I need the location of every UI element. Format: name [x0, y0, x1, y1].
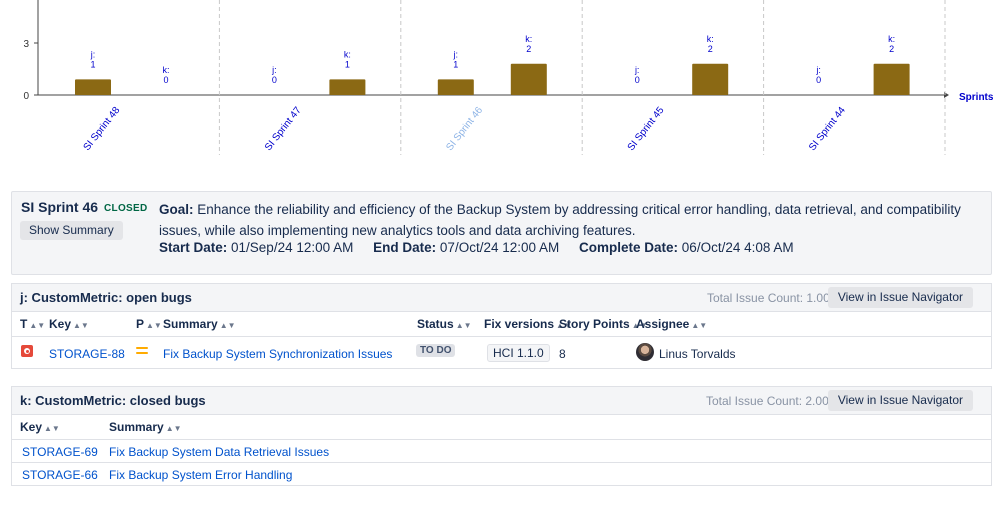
sort-icon: ▲▼: [29, 321, 46, 330]
column-header-key[interactable]: Key ▲▼: [20, 420, 60, 434]
column-header-story-points[interactable]: Story Points ▲▼: [559, 317, 648, 331]
data-label-value: 0: [163, 75, 168, 85]
bar-k-4: [873, 63, 910, 95]
column-header-summary[interactable]: Summary ▲▼: [163, 317, 236, 331]
issue-summary-link[interactable]: Fix Backup System Error Handling: [109, 468, 292, 482]
y-tick-label: 3: [23, 39, 29, 50]
sort-icon: ▲▼: [455, 321, 472, 330]
end-date-value: 07/Oct/24 12:00 AM: [439, 240, 560, 255]
sort-icon: ▲▼: [44, 424, 60, 433]
bar-j-2: [437, 79, 474, 95]
sprint-title: SI Sprint 46 CLOSED: [21, 199, 148, 215]
closed-bugs-title: k: CustomMetric: closed bugs: [20, 393, 206, 408]
bar-k-2: [510, 63, 547, 95]
data-label-series: k:: [344, 49, 351, 59]
bug-icon: [21, 345, 33, 357]
data-label-series: j:: [634, 65, 640, 75]
data-label-series: k:: [162, 65, 169, 75]
sprint-summary-panel: SI Sprint 46 CLOSED Show Summary Goal: En…: [11, 191, 992, 275]
assignee-name[interactable]: Linus Torvalds: [659, 347, 736, 361]
data-label-series: j:: [271, 65, 277, 75]
issue-summary-link[interactable]: Fix Backup System Data Retrieval Issues: [109, 445, 329, 459]
complete-date-value: 06/Oct/24 4:08 AM: [681, 240, 794, 255]
header-divider: [12, 439, 991, 440]
sprint-dates: Start Date: 01/Sep/24 12:00 AM End Date:…: [159, 240, 810, 255]
row-divider: [12, 462, 991, 463]
closed-bugs-view-navigator-button[interactable]: View in Issue Navigator: [827, 390, 973, 411]
open-bugs-total-count: Total Issue Count: 1.00: [707, 291, 830, 305]
fix-version-tag[interactable]: HCI 1.1.0: [487, 344, 550, 362]
data-label-series: j:: [90, 49, 96, 59]
closed-bugs-panel: k: CustomMetric: closed bugs Total Issue…: [11, 386, 992, 486]
issue-key-link[interactable]: STORAGE-69: [22, 445, 98, 459]
x-axis-label: Sprints: [959, 92, 994, 103]
issue-key-link[interactable]: STORAGE-66: [22, 468, 98, 482]
data-label-series: j:: [453, 49, 459, 59]
data-label-series: k:: [525, 34, 532, 44]
column-header-priority[interactable]: P ▲▼: [136, 317, 162, 331]
end-date-label: End Date:: [373, 240, 437, 255]
closed-bugs-header: k: CustomMetric: closed bugs Total Issue…: [12, 387, 991, 415]
data-label-series: k:: [888, 34, 895, 44]
open-bugs-header: j: CustomMetric: open bugs Total Issue C…: [12, 284, 991, 312]
data-label-value: 0: [816, 75, 821, 85]
column-header-key[interactable]: Key ▲▼: [49, 317, 89, 331]
goal-text: Enhance the reliability and efficiency o…: [159, 202, 961, 238]
sort-icon: ▲▼: [165, 424, 182, 433]
sprint-status-badge: CLOSED: [104, 203, 148, 214]
issue-key-link[interactable]: STORAGE-88: [49, 347, 125, 361]
header-divider: [12, 336, 991, 337]
data-label-value: 1: [345, 59, 350, 69]
open-bugs-view-navigator-button[interactable]: View in Issue Navigator: [827, 287, 973, 308]
start-date-label: Start Date:: [159, 240, 228, 255]
status-badge: TO DO: [416, 344, 456, 357]
sort-icon: ▲▼: [146, 321, 162, 330]
open-bugs-panel: j: CustomMetric: open bugs Total Issue C…: [11, 283, 992, 369]
avatar: [636, 343, 654, 361]
sprint-bar-chart: 03j:1k:0SI Sprint 48j:0k:1SI Sprint 47j:…: [23, 0, 994, 155]
data-label-value: 2: [526, 44, 531, 54]
data-label-value: 0: [635, 75, 640, 85]
story-points-value: 8: [559, 347, 566, 361]
show-summary-button[interactable]: Show Summary: [20, 221, 123, 240]
x-tick-label: SI Sprint 48: [82, 105, 123, 153]
column-header-summary[interactable]: Summary ▲▼: [109, 420, 182, 434]
data-label-value: 2: [708, 44, 713, 54]
x-tick-label: SI Sprint 45: [626, 105, 667, 153]
y-tick-label: 0: [23, 91, 29, 102]
column-header-type[interactable]: T ▲▼: [20, 317, 45, 331]
medium-priority-icon: [136, 347, 148, 356]
data-label-value: 1: [90, 59, 95, 69]
data-label-series: j:: [815, 65, 821, 75]
x-tick-label: SI Sprint 47: [263, 105, 304, 153]
x-tick-label: SI Sprint 44: [807, 105, 848, 153]
sort-icon: ▲▼: [219, 321, 236, 330]
sort-icon: ▲▼: [73, 321, 89, 330]
complete-date-label: Complete Date:: [579, 240, 679, 255]
bar-k-1: [329, 79, 366, 95]
open-bugs-title: j: CustomMetric: open bugs: [20, 290, 192, 305]
x-tick-label: SI Sprint 46: [444, 105, 485, 153]
sprint-name[interactable]: SI Sprint 46: [21, 199, 98, 215]
start-date-value: 01/Sep/24 12:00 AM: [231, 240, 354, 255]
data-label-value: 1: [453, 59, 458, 69]
closed-bugs-total-count: Total Issue Count: 2.00: [706, 394, 829, 408]
issue-summary-link[interactable]: Fix Backup System Synchronization Issues: [163, 347, 392, 361]
sprint-goal: Goal: Enhance the reliability and effici…: [159, 199, 969, 241]
bar-j-0: [75, 79, 111, 95]
goal-label: Goal:: [159, 202, 194, 217]
column-header-assignee[interactable]: Assignee ▲▼: [636, 317, 707, 331]
data-label-value: 2: [889, 44, 894, 54]
sort-icon: ▲▼: [691, 321, 708, 330]
data-label-value: 0: [272, 75, 277, 85]
data-label-series: k:: [707, 34, 714, 44]
column-header-status[interactable]: Status ▲▼: [417, 317, 472, 331]
bar-k-3: [692, 63, 729, 95]
